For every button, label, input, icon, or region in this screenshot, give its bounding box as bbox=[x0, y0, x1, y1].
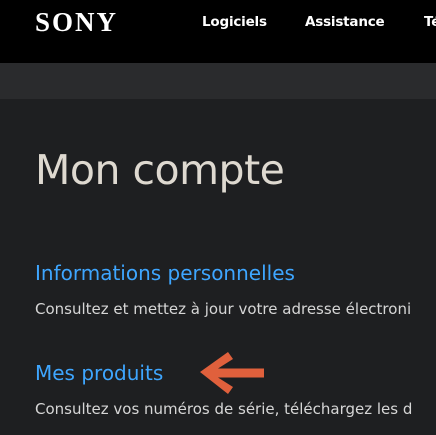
secondary-bar bbox=[0, 63, 436, 99]
my-products-description: Consultez vos numéros de série, téléchar… bbox=[35, 400, 413, 418]
left-arrow-icon bbox=[200, 352, 264, 394]
personal-info-description: Consultez et mettez à jour votre adresse… bbox=[35, 300, 412, 318]
my-products-link[interactable]: Mes produits bbox=[35, 360, 163, 386]
nav-item-truncated[interactable]: Té bbox=[424, 13, 436, 31]
page-title: Mon compte bbox=[35, 146, 285, 194]
personal-info-link[interactable]: Informations personnelles bbox=[35, 260, 295, 286]
sony-logo[interactable]: SONY bbox=[35, 4, 118, 40]
nav-item-logiciels[interactable]: Logiciels bbox=[202, 13, 267, 31]
account-content: Mon compte Informations personnelles Con… bbox=[0, 99, 436, 435]
nav-item-assistance[interactable]: Assistance bbox=[305, 13, 385, 31]
top-navigation-bar: SONY Logiciels Assistance Té bbox=[0, 0, 436, 63]
